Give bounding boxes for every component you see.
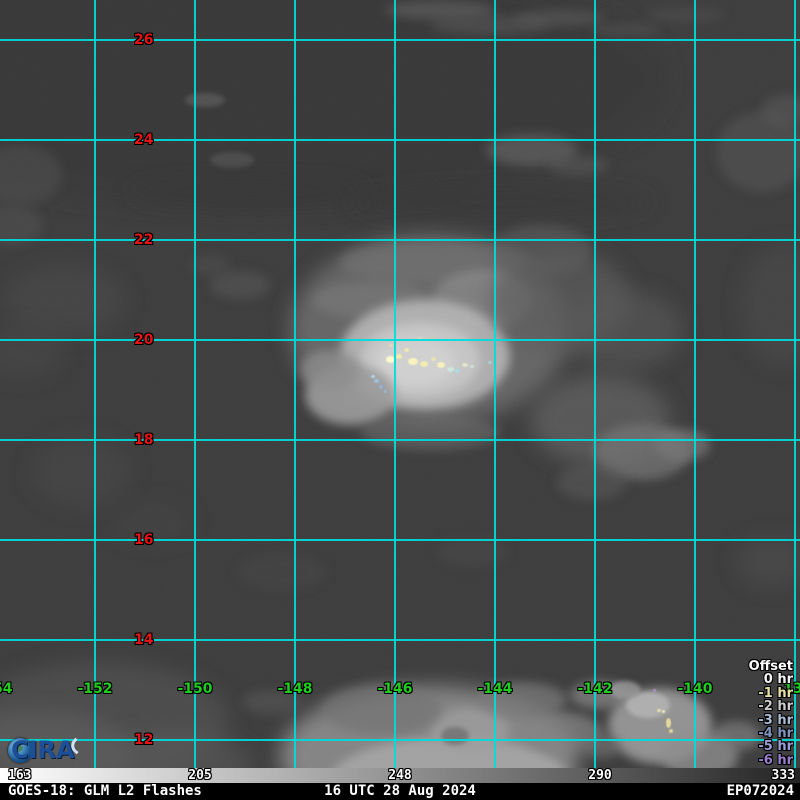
lightning-flash-marker (389, 344, 393, 347)
lightning-flash-marker (657, 709, 661, 712)
longitude-gridline (94, 0, 96, 768)
lightning-flash-marker (662, 710, 665, 713)
lightning-flash-marker (408, 358, 418, 365)
latitude-label: 16 (134, 533, 153, 547)
legend-entry: -5 hr (749, 740, 793, 753)
satellite-viewer-frame: Offset 0 hr-1 hr-2 hr-3 hr-4 hr-5 hr-6 h… (0, 0, 800, 800)
lightning-flash-marker (404, 348, 409, 352)
longitude-gridline (294, 0, 296, 768)
longitude-label: -154 (0, 682, 13, 696)
legend-entry: -4 hr (749, 727, 793, 740)
lightning-flash-marker (653, 689, 656, 692)
latitude-gridline (0, 539, 800, 541)
latitude-label: 18 (134, 433, 153, 447)
longitude-label: -144 (477, 682, 512, 696)
longitude-gridline (594, 0, 596, 768)
lightning-flash-marker (669, 729, 673, 733)
longitude-gridline (694, 0, 696, 768)
brightness-colorbar: 163 205 248 290 333 (0, 768, 800, 783)
lightning-flash-marker (447, 367, 454, 372)
cira-logo: CIRA (8, 736, 86, 766)
colorbar-tick-label: 333 (772, 768, 795, 783)
latitude-gridline (0, 439, 800, 441)
legend-entry: -3 hr (749, 714, 793, 727)
longitude-gridline (494, 0, 496, 768)
latitude-label: 14 (134, 633, 153, 647)
product-title: GOES-18: GLM L2 Flashes (8, 783, 202, 800)
longitude-label: -152 (77, 682, 112, 696)
latitude-label: 24 (134, 133, 153, 147)
latitude-label: 22 (134, 233, 153, 247)
latitude-gridline (0, 139, 800, 141)
latitude-label: 26 (134, 33, 153, 47)
status-bar: GOES-18: GLM L2 Flashes 16 UTC 28 Aug 20… (0, 783, 800, 800)
lightning-flash-marker (488, 361, 492, 364)
satellite-imagery (0, 0, 800, 768)
legend-entry: -2 hr (749, 700, 793, 713)
legend-entry: -6 hr (749, 754, 793, 767)
lightning-flash-marker (379, 385, 383, 389)
latitude-gridline (0, 239, 800, 241)
storm-id-badge: EP072024 (727, 783, 794, 800)
latitude-gridline (0, 639, 800, 641)
longitude-label: -148 (277, 682, 312, 696)
latitude-label: 20 (134, 333, 153, 347)
longitude-gridline (394, 0, 396, 768)
longitude-label: -140 (677, 682, 712, 696)
colorbar-tick-label: 163 (8, 768, 31, 783)
lightning-flash-marker (470, 365, 474, 368)
lightning-flash-marker (384, 390, 387, 393)
latitude-label: 12 (134, 733, 153, 747)
timestamp: 16 UTC 28 Aug 2024 (324, 783, 476, 800)
longitude-label: -150 (177, 682, 212, 696)
offset-legend: Offset 0 hr-1 hr-2 hr-3 hr-4 hr-5 hr-6 h… (749, 660, 793, 767)
lightning-flash-marker (462, 363, 468, 367)
cira-logo-text: CIRA (11, 737, 75, 763)
legend-title: Offset (749, 660, 793, 673)
colorbar-tick-label: 248 (388, 768, 411, 783)
lightning-flash-marker (431, 357, 436, 361)
lightning-flash-marker (374, 379, 379, 383)
lightning-flash-marker (396, 354, 402, 359)
latitude-gridline (0, 739, 800, 741)
latitude-gridline (0, 339, 800, 341)
lightning-flash-marker (420, 361, 428, 367)
lightning-flash-marker (437, 362, 445, 368)
latitude-gridline (0, 39, 800, 41)
map-area: Offset 0 hr-1 hr-2 hr-3 hr-4 hr-5 hr-6 h… (0, 0, 800, 768)
longitude-label: -146 (377, 682, 412, 696)
legend-entry: -1 hr (749, 687, 793, 700)
longitude-gridline (194, 0, 196, 768)
colorbar-tick-label: 205 (188, 768, 211, 783)
lightning-flash-marker (455, 369, 460, 373)
lightning-flash-marker (666, 718, 671, 728)
colorbar-tick-label: 290 (588, 768, 611, 783)
longitude-gridline (794, 0, 796, 768)
lightning-flash-marker (371, 375, 375, 378)
longitude-label: -142 (577, 682, 612, 696)
legend-entry: 0 hr (749, 673, 793, 686)
